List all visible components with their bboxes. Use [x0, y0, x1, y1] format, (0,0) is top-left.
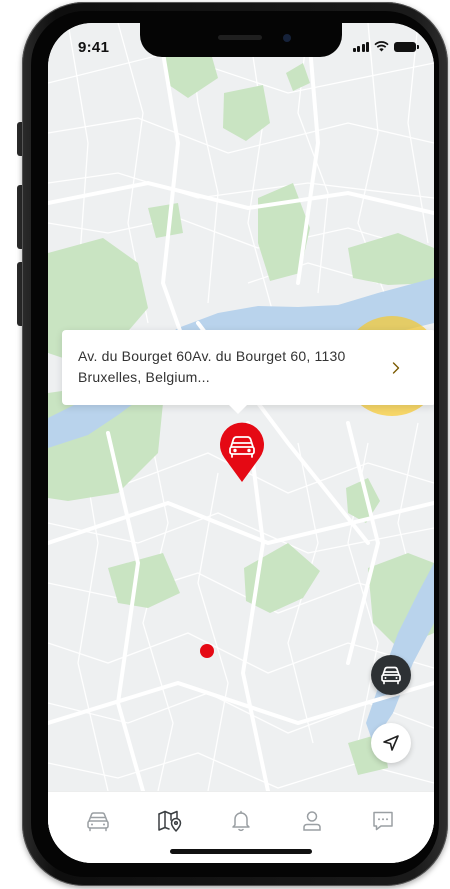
nav-item-notifications[interactable]: [221, 806, 261, 836]
battery-icon: [394, 42, 419, 52]
status-icons: [352, 41, 419, 52]
locate-me-button[interactable]: [371, 723, 411, 763]
speaker-grille: [218, 35, 262, 40]
location-dot: [200, 644, 214, 658]
page: 9:41 Av. du Bourget 60Av. du Bourget 60,…: [0, 0, 450, 889]
address-popup[interactable]: Av. du Bourget 60Av. du Bourget 60, 1130…: [62, 330, 434, 414]
phone-screen: 9:41 Av. du Bourget 60Av. du Bourget 60,…: [48, 23, 434, 863]
address-text: Av. du Bourget 60Av. du Bourget 60, 1130…: [78, 348, 346, 385]
chevron-right-icon: [392, 361, 399, 374]
nav-item-profile[interactable]: [292, 806, 332, 836]
status-time: 9:41: [78, 39, 110, 56]
nav-item-messages[interactable]: [363, 806, 403, 836]
car-icon: [381, 666, 401, 685]
car-icon: [87, 812, 109, 832]
bell-icon: [232, 810, 250, 832]
nav-item-map[interactable]: [150, 806, 190, 836]
home-indicator: [170, 849, 312, 854]
navigation-arrow-icon: [383, 735, 399, 751]
notch: [140, 23, 342, 57]
address-details-button[interactable]: [355, 330, 434, 405]
front-camera: [283, 34, 291, 42]
show-vehicle-button[interactable]: [371, 655, 411, 695]
map-pin-icon: [158, 810, 182, 832]
chat-icon: [373, 811, 393, 831]
wifi-icon: [374, 41, 389, 52]
car-pin-icon[interactable]: [219, 421, 265, 483]
signal-icon: [352, 41, 369, 52]
nav-item-vehicle[interactable]: [78, 806, 118, 836]
user-icon: [303, 811, 321, 831]
